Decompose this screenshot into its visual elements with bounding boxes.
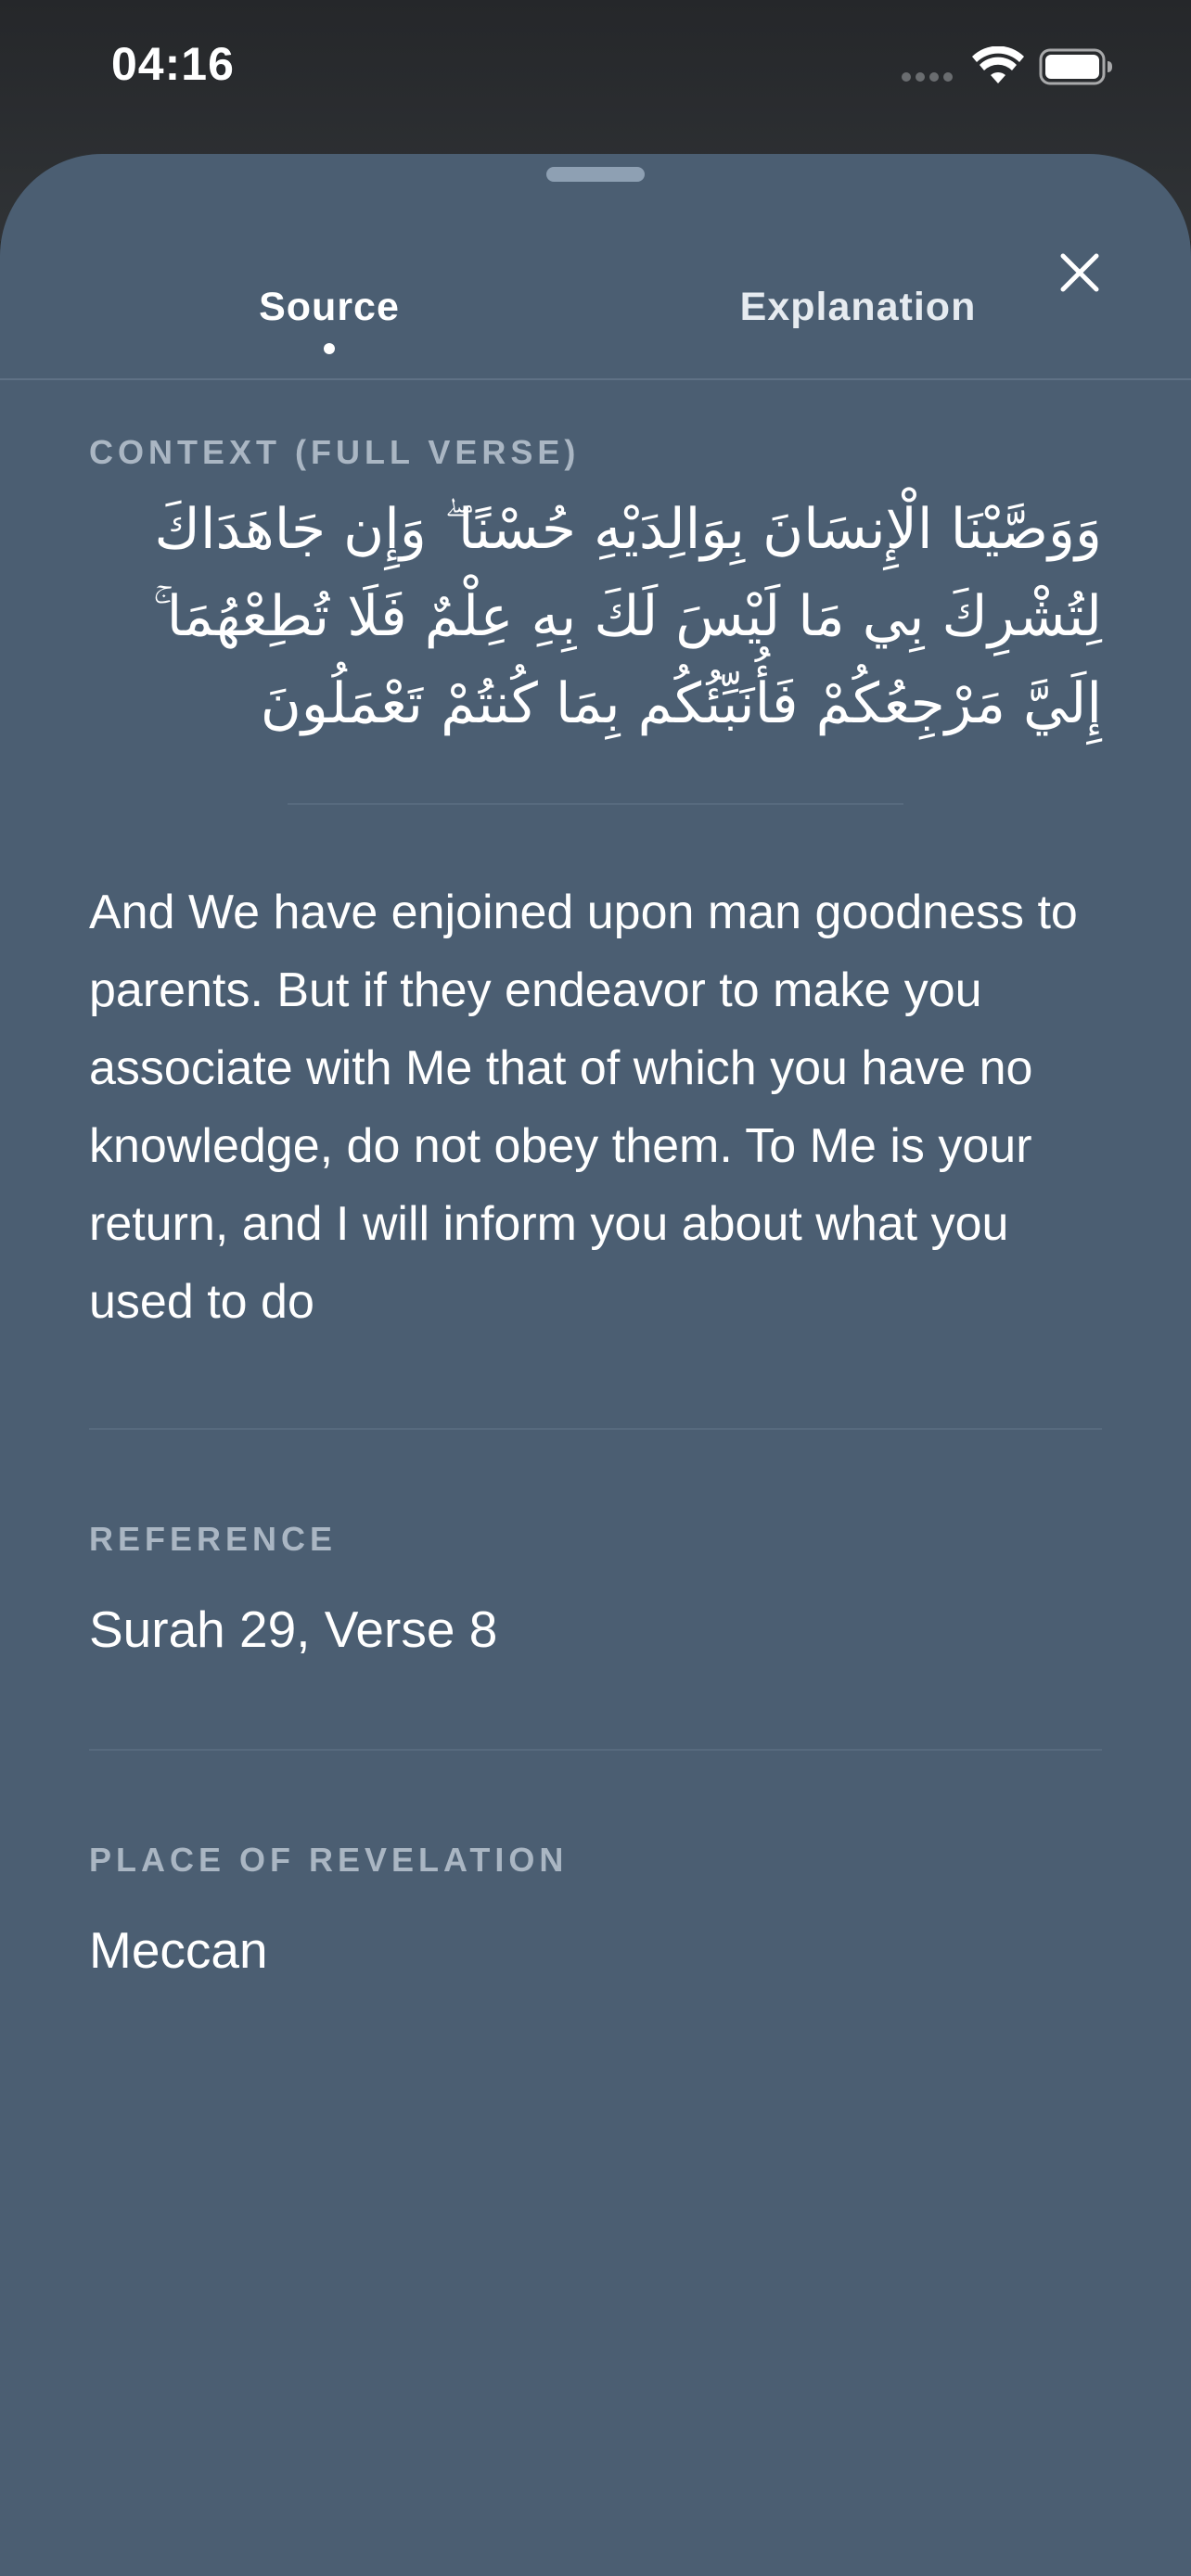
sheet-grabber-handle[interactable] xyxy=(546,167,645,182)
divider xyxy=(288,803,903,805)
context-label: CONTEXT (FULL VERSE) xyxy=(89,433,581,471)
tab-source-label: Source xyxy=(259,285,400,329)
tab-explanation[interactable]: Explanation xyxy=(686,274,1030,367)
wifi-icon xyxy=(972,46,1024,83)
bottom-sheet: Source Explanation CONTEXT (FULL VERSE) … xyxy=(0,154,1191,2576)
tab-source[interactable]: Source xyxy=(186,274,473,367)
battery-icon xyxy=(1039,48,1112,85)
reference-label: REFERENCE xyxy=(89,1520,338,1558)
tab-explanation-label: Explanation xyxy=(739,285,977,329)
source-content: CONTEXT (FULL VERSE) وَوَصَّيْنَا الْإِن… xyxy=(89,432,1102,1981)
tab-bar: Source Explanation xyxy=(0,274,1191,378)
divider xyxy=(89,1749,1102,1751)
divider xyxy=(89,1428,1102,1430)
reference-value: Surah 29, Verse 8 xyxy=(89,1600,498,1658)
status-time: 04:16 xyxy=(111,38,235,90)
cellular-signal-icon xyxy=(902,72,957,83)
arabic-verse: وَوَصَّيْنَا الْإِنسَانَ بِوَالِدَيْهِ ح… xyxy=(152,497,1102,736)
verse-translation: And We have enjoined upon man goodness t… xyxy=(89,886,1078,1329)
revelation-label: PLACE OF REVELATION xyxy=(89,1841,569,1879)
revelation-value: Meccan xyxy=(89,1921,268,1979)
active-tab-indicator xyxy=(324,343,335,354)
tabs-divider xyxy=(0,378,1191,380)
status-bar: 04:16 xyxy=(0,0,1191,139)
